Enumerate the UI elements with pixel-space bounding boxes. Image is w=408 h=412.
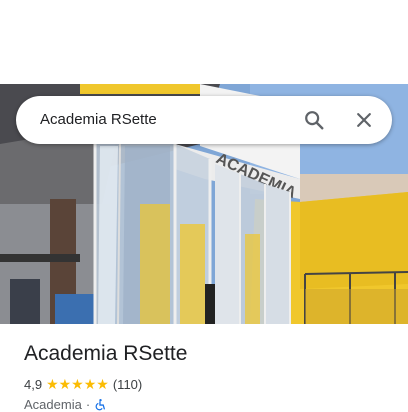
- place-category: Academia: [24, 397, 82, 412]
- review-count[interactable]: (110): [113, 377, 142, 392]
- clear-search-button[interactable]: [348, 104, 380, 136]
- search-icon: [305, 111, 324, 130]
- separator: ·: [85, 397, 91, 412]
- search-input[interactable]: Academia RSette: [40, 110, 157, 130]
- rating-value: 4,9: [24, 377, 43, 392]
- place-details: Academia RSette 4,9 ★★★★★ (110) Academia…: [0, 324, 408, 412]
- category-row: Academia ·: [24, 397, 107, 412]
- map-blank-area: [0, 0, 408, 84]
- wheelchair-icon: [95, 398, 106, 411]
- rating-stars: ★★★★★: [46, 376, 109, 392]
- close-icon: [357, 113, 371, 127]
- place-title: Academia RSette: [24, 342, 188, 365]
- search-button[interactable]: [298, 104, 330, 136]
- search-bar[interactable]: Academia RSette: [16, 96, 392, 144]
- rating-row[interactable]: 4,9 ★★★★★ (110): [24, 376, 142, 393]
